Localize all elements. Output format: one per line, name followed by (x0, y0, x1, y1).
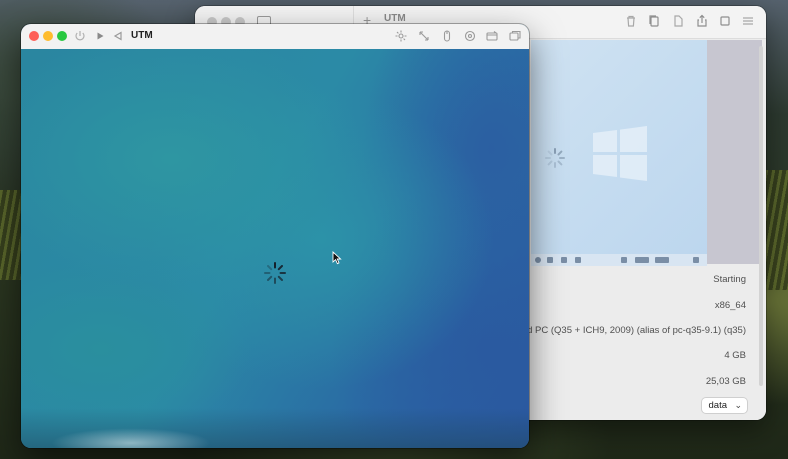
notification-icon (693, 257, 699, 263)
trash-icon[interactable] (624, 14, 638, 28)
settings-list-icon[interactable] (741, 14, 755, 28)
windows-logo-icon (593, 126, 647, 181)
drive-icon[interactable] (463, 29, 477, 43)
taskbar-app-icon (561, 257, 567, 263)
vm-display-window: UTM (21, 24, 529, 448)
capture-input-icon[interactable] (394, 29, 408, 43)
start-icon (535, 257, 541, 263)
boot-loading-spinner-icon (264, 262, 286, 284)
wallpaper-vineyard-left (0, 190, 22, 280)
zoom-button[interactable] (57, 31, 67, 41)
taskbar-app-icon (575, 257, 581, 263)
windows-switch-icon[interactable] (508, 29, 522, 43)
clock-tray (655, 257, 669, 263)
detail-scrollbar[interactable] (759, 46, 763, 386)
vm-memory-value: 4 GB (724, 350, 746, 361)
tray-icon (621, 257, 627, 263)
vm-architecture-value: x86_64 (714, 300, 746, 311)
share-icon[interactable] (695, 14, 709, 28)
clone-icon[interactable] (647, 14, 661, 28)
preview-loading-spinner-icon (545, 148, 565, 168)
power-icon[interactable] (73, 29, 87, 43)
vm-preview-gutter (707, 40, 762, 264)
vm-display-screen[interactable] (21, 49, 529, 448)
shared-directory-value: data (708, 400, 728, 411)
resize-icon[interactable] (417, 29, 431, 43)
restart-icon[interactable] (111, 29, 125, 43)
play-icon[interactable] (93, 29, 107, 43)
stop-icon[interactable] (718, 14, 732, 28)
close-button[interactable] (29, 31, 39, 41)
document-icon[interactable] (671, 14, 685, 28)
vm-window-title: UTM (131, 30, 153, 41)
mouse-cursor-icon (332, 251, 342, 265)
shared-directory-select[interactable]: data ⌄ (701, 398, 747, 413)
vm-machine-value: ndard PC (Q35 + ICH9, 2009) (alias of pc… (508, 325, 746, 336)
chevron-down-icon: ⌄ (734, 400, 742, 410)
preview-taskbar (531, 254, 707, 266)
vm-window-titlebar: UTM (21, 24, 529, 50)
vm-size-value: 25,03 GB (705, 376, 746, 387)
vm-screen-glow (51, 428, 211, 448)
vm-status-value: Starting (713, 274, 746, 285)
shared-folder-icon[interactable] (485, 29, 499, 43)
minimize-button[interactable] (43, 31, 53, 41)
taskbar-app-icon (547, 257, 553, 263)
tray-icon (635, 257, 649, 263)
usb-icon[interactable] (440, 29, 454, 43)
library-title: UTM (384, 13, 406, 24)
